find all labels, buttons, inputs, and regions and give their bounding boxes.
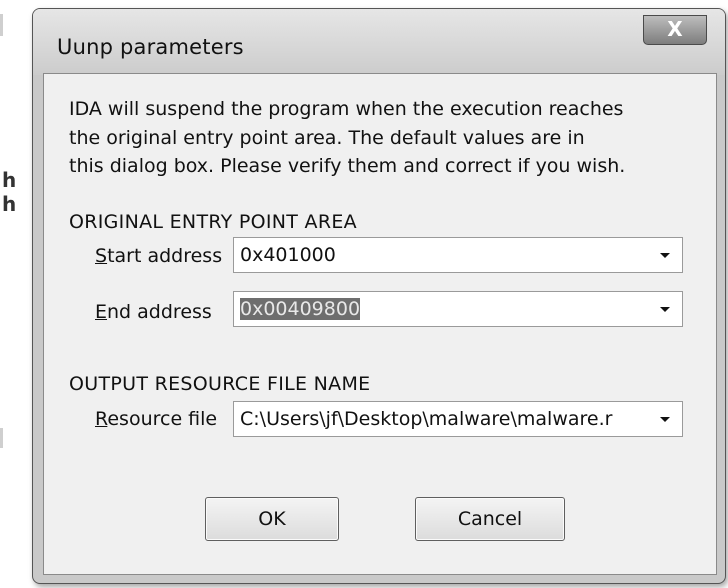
resource-file-label: Resource file	[95, 408, 217, 430]
end-address-selected-text: 0x00409800	[240, 298, 361, 320]
dialog-description: IDA will suspend the program when the ex…	[69, 95, 689, 181]
uunp-parameters-dialog: Uunp parameters X IDA will suspend the p…	[32, 8, 726, 584]
description-line: the original entry point area. The defau…	[69, 126, 585, 149]
resource-file-value: C:\Users\jf\Desktop\malware\malware.r	[240, 408, 613, 430]
end-address-value: 0x00409800	[240, 298, 361, 320]
background-text-fragment: h	[2, 168, 17, 192]
start-address-value: 0x401000	[240, 244, 336, 266]
entry-point-section-heading: ORIGINAL ENTRY POINT AREA	[69, 211, 357, 233]
chevron-down-icon[interactable]	[656, 410, 674, 428]
background-text-fragment: h	[2, 192, 17, 216]
resource-file-label-text: esource file	[107, 408, 218, 430]
cancel-button[interactable]: Cancel	[415, 497, 565, 541]
ok-button[interactable]: OK	[205, 497, 339, 541]
close-button[interactable]: X	[643, 15, 707, 45]
close-icon: X	[667, 17, 683, 41]
resource-file-accelerator: R	[95, 408, 108, 430]
end-address-label-text: nd address	[107, 301, 212, 323]
start-address-label: Start address	[95, 245, 222, 267]
end-address-label: End address	[95, 301, 212, 323]
background-edge-mark	[0, 14, 3, 36]
chevron-down-icon[interactable]	[656, 246, 674, 264]
chevron-down-icon[interactable]	[656, 300, 674, 318]
start-address-combobox[interactable]: 0x401000	[233, 237, 683, 273]
output-section-heading: OUTPUT RESOURCE FILE NAME	[69, 373, 371, 395]
start-address-label-text: tart address	[107, 245, 223, 267]
description-line: IDA will suspend the program when the ex…	[69, 98, 624, 120]
description-line: this dialog box. Please verify them and …	[69, 155, 626, 177]
dialog-title: Uunp parameters	[57, 35, 244, 59]
title-bar[interactable]: Uunp parameters X	[33, 9, 725, 75]
end-address-accelerator: E	[95, 301, 108, 323]
end-address-combobox[interactable]: 0x00409800	[233, 291, 683, 327]
start-address-accelerator: S	[95, 245, 108, 267]
resource-file-combobox[interactable]: C:\Users\jf\Desktop\malware\malware.r	[233, 401, 683, 437]
background-edge-mark	[0, 428, 3, 448]
